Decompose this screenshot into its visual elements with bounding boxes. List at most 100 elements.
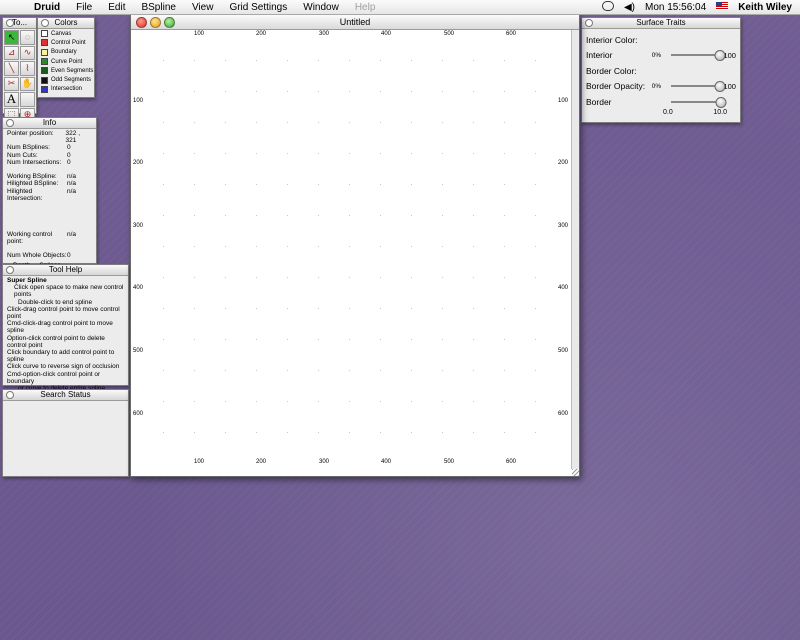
color-swatch[interactable] bbox=[41, 85, 48, 93]
border-color-label[interactable]: Border Color: bbox=[586, 66, 637, 76]
close-icon[interactable] bbox=[6, 266, 14, 274]
menu-app-name[interactable]: Druid bbox=[26, 2, 68, 13]
grid-dot bbox=[256, 122, 257, 123]
close-icon[interactable] bbox=[6, 19, 14, 27]
grid-dot bbox=[163, 153, 164, 154]
arrow-tool-icon[interactable]: ↖ bbox=[4, 30, 19, 45]
menu-extras: ◀) Mon 15:56:04 Keith Wiley bbox=[597, 0, 800, 14]
grid-dot bbox=[287, 246, 288, 247]
grid-dot bbox=[473, 339, 474, 340]
info-label: Hilighted BSpline: bbox=[7, 180, 59, 188]
close-icon[interactable] bbox=[6, 119, 14, 127]
color-row[interactable]: Even Segments bbox=[38, 66, 94, 75]
menu-user[interactable]: Keith Wiley bbox=[733, 2, 800, 13]
grid-dot bbox=[442, 60, 443, 61]
curve-tool-icon[interactable]: ∿ bbox=[20, 45, 35, 60]
grid-dot bbox=[163, 339, 164, 340]
tool-help-title: Tool Help bbox=[3, 265, 128, 276]
grid-dot bbox=[504, 153, 505, 154]
tools-palette-title-text: To... bbox=[11, 18, 28, 27]
info-label bbox=[7, 216, 67, 223]
menu-help[interactable]: Help bbox=[347, 2, 384, 13]
grid-dot bbox=[256, 308, 257, 309]
color-row[interactable]: Intersection bbox=[38, 85, 94, 94]
grid-dot bbox=[256, 432, 257, 433]
menu-view[interactable]: View bbox=[184, 2, 222, 13]
menu-file[interactable]: File bbox=[68, 2, 100, 13]
grid-dot bbox=[318, 308, 319, 309]
grid-dot bbox=[163, 215, 164, 216]
grid-dot bbox=[194, 401, 195, 402]
border-slider[interactable] bbox=[671, 96, 727, 108]
search-status-title-text: Search Status bbox=[40, 390, 91, 399]
close-icon[interactable] bbox=[6, 391, 14, 399]
resize-grip-icon[interactable] bbox=[572, 469, 579, 476]
color-row[interactable]: Canvas bbox=[38, 29, 94, 38]
grid-dot bbox=[535, 60, 536, 61]
grid-dot bbox=[225, 91, 226, 92]
ichat-icon[interactable] bbox=[597, 0, 619, 14]
color-row[interactable]: Boundary bbox=[38, 48, 94, 57]
grid-dot bbox=[318, 432, 319, 433]
menu-window[interactable]: Window bbox=[295, 2, 347, 13]
zoom-window-button[interactable] bbox=[164, 17, 175, 28]
color-row[interactable]: Control Point bbox=[38, 38, 94, 47]
border-slider-knob[interactable] bbox=[715, 96, 727, 108]
grid-dot bbox=[318, 277, 319, 278]
close-icon[interactable] bbox=[41, 19, 49, 27]
y-tick-label-left: 500 bbox=[133, 348, 144, 354]
grid-dot bbox=[194, 339, 195, 340]
color-swatch[interactable] bbox=[41, 76, 48, 84]
grid-dot bbox=[194, 215, 195, 216]
border-opacity-slider-knob[interactable] bbox=[714, 81, 726, 93]
text-tool-icon[interactable]: A bbox=[4, 91, 19, 107]
grid-dot bbox=[256, 91, 257, 92]
grid-dot bbox=[380, 401, 381, 402]
line-tool-icon[interactable]: ╲ bbox=[4, 61, 19, 76]
x-tick-label-bottom: 300 bbox=[319, 459, 330, 465]
info-row: Working BSpline: n/a bbox=[7, 173, 92, 180]
spline-tool-icon[interactable]: ⌇ bbox=[20, 61, 35, 76]
volume-icon[interactable]: ◀) bbox=[619, 2, 640, 13]
grid-dot bbox=[380, 184, 381, 185]
us-flag-icon[interactable] bbox=[711, 1, 733, 13]
triangle-tool-icon[interactable]: ⊿ bbox=[4, 45, 19, 60]
grid-dot bbox=[163, 60, 164, 61]
pick-tool-icon[interactable]: ✂ bbox=[4, 76, 19, 91]
interior-slider-knob[interactable] bbox=[714, 50, 726, 62]
color-swatch[interactable] bbox=[41, 48, 48, 56]
x-tick-label-bottom: 600 bbox=[506, 459, 517, 465]
interior-color-label[interactable]: Interior Color: bbox=[586, 35, 638, 45]
border-opacity-slider[interactable] bbox=[670, 81, 726, 93]
close-icon[interactable] bbox=[585, 19, 593, 27]
color-swatch[interactable] bbox=[41, 67, 48, 75]
color-swatch[interactable] bbox=[41, 39, 48, 47]
grid-dot bbox=[411, 153, 412, 154]
interior-slider[interactable] bbox=[670, 50, 726, 62]
y-tick-label-left: 200 bbox=[133, 160, 144, 166]
menu-bspline[interactable]: BSpline bbox=[133, 2, 183, 13]
minimize-window-button[interactable] bbox=[150, 17, 161, 28]
drawing-canvas[interactable]: 100 100 200 200 300 300 400 400 500 500 600 600 100 1… bbox=[131, 30, 571, 476]
close-window-button[interactable] bbox=[136, 17, 147, 28]
vertical-scrollbar[interactable] bbox=[571, 30, 579, 469]
document-title-bar[interactable]: Untitled bbox=[131, 15, 579, 30]
grid-dot bbox=[318, 215, 319, 216]
colors-palette: Colors Canvas Control Point Boundary Curve … bbox=[37, 17, 95, 98]
grid-dot bbox=[411, 308, 412, 309]
grid-dot bbox=[256, 60, 257, 61]
menu-clock[interactable]: Mon 15:56:04 bbox=[640, 2, 711, 13]
color-label: Intersection bbox=[51, 86, 83, 93]
info-palette-title: Info bbox=[3, 118, 96, 129]
hand-tool-icon[interactable]: ✋ bbox=[20, 76, 35, 91]
menu-grid-settings[interactable]: Grid Settings bbox=[221, 2, 295, 13]
color-swatch[interactable] bbox=[41, 30, 48, 38]
grid-dot bbox=[256, 153, 257, 154]
color-swatch[interactable] bbox=[41, 58, 48, 66]
lasso-tool-icon[interactable]: ◌ bbox=[20, 30, 35, 45]
menu-edit[interactable]: Edit bbox=[100, 2, 133, 13]
tool-help-title-text: Tool Help bbox=[48, 265, 83, 274]
color-row[interactable]: Curve Point bbox=[38, 57, 94, 66]
blank-tool-icon[interactable] bbox=[20, 92, 35, 107]
color-row[interactable]: Odd Segments bbox=[38, 75, 94, 84]
